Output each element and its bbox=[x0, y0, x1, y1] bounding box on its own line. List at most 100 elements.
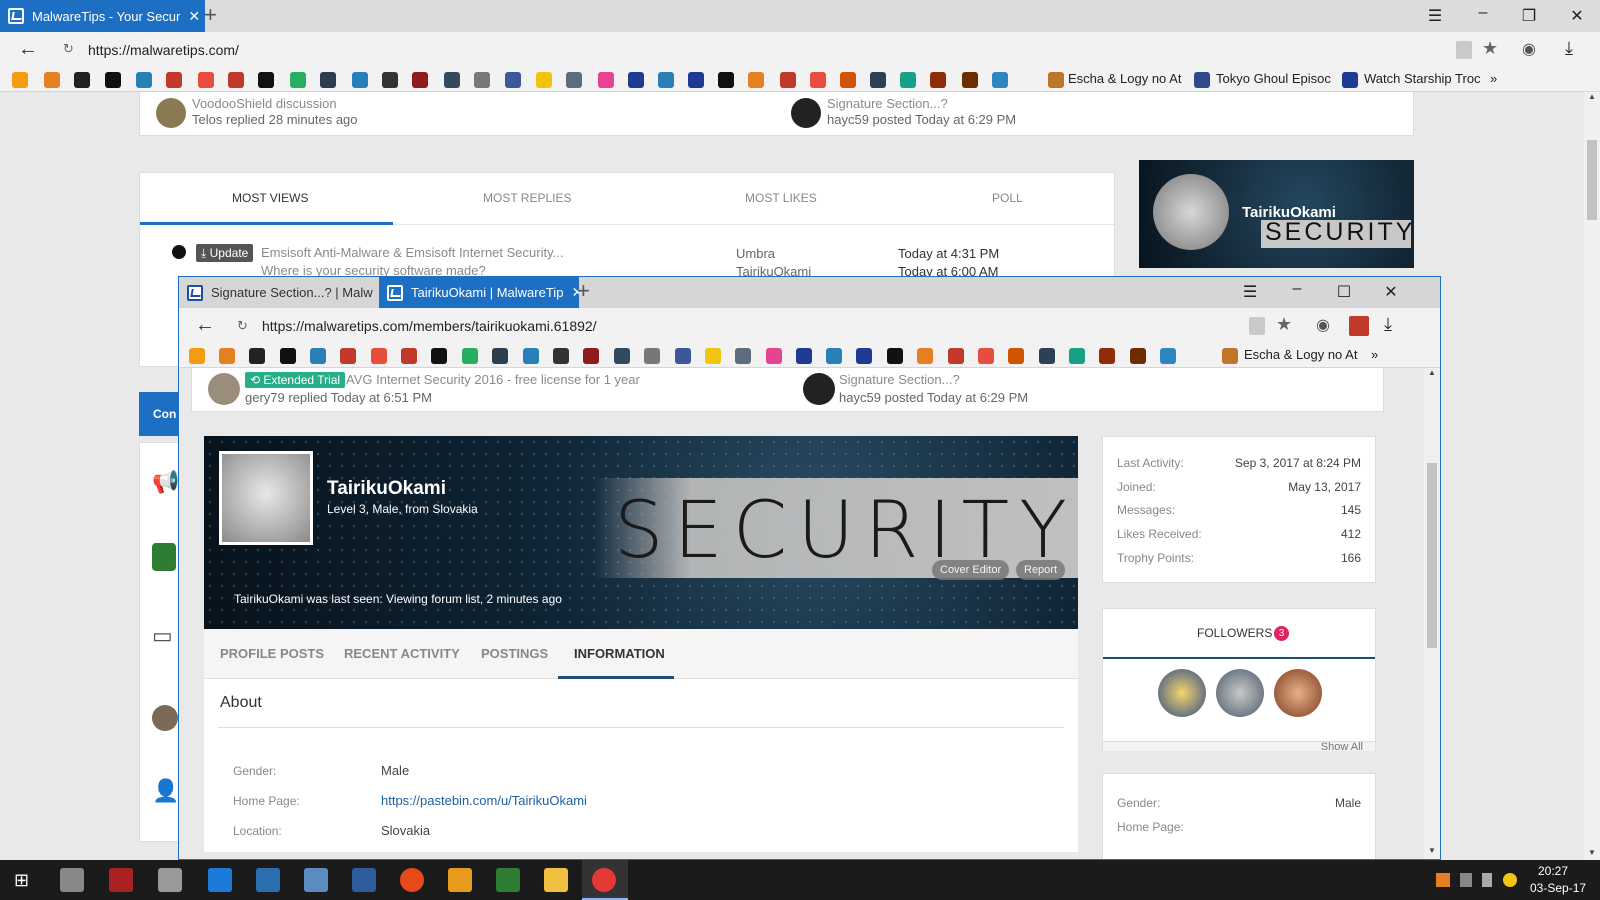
scroll-down-icon[interactable]: ▼ bbox=[1428, 846, 1436, 855]
tray-icon[interactable] bbox=[1482, 873, 1492, 887]
tab-profile-posts[interactable]: PROFILE POSTS bbox=[220, 629, 324, 679]
extension-icon[interactable]: ◉ bbox=[1316, 315, 1330, 335]
stat-value[interactable]: 166 bbox=[1341, 551, 1361, 565]
recent-thread-link[interactable]: AVG Internet Security 2016 - free licens… bbox=[346, 372, 640, 387]
bookmark-icon[interactable] bbox=[992, 72, 1008, 88]
bookmark-icon[interactable] bbox=[962, 72, 978, 88]
scrollbar-thumb[interactable] bbox=[1427, 463, 1437, 648]
bookmark-icon[interactable] bbox=[1039, 348, 1055, 364]
bookmark-icon[interactable] bbox=[44, 72, 60, 88]
bookmark-icon[interactable] bbox=[412, 72, 428, 88]
bookmark-icon[interactable] bbox=[401, 348, 417, 364]
bookmark-icon[interactable] bbox=[166, 72, 182, 88]
reload-icon[interactable]: ↻ bbox=[237, 318, 248, 334]
bookmark-icon[interactable] bbox=[536, 72, 552, 88]
clock-time[interactable]: 20:27 bbox=[1538, 864, 1568, 878]
avatar[interactable] bbox=[791, 98, 821, 128]
bookmark-icon[interactable] bbox=[583, 348, 599, 364]
bookmark-link[interactable]: Watch Starship Troc bbox=[1364, 71, 1481, 86]
tray-icon[interactable] bbox=[1460, 873, 1472, 887]
bookmark-icon[interactable] bbox=[198, 72, 214, 88]
bookmark-icon[interactable] bbox=[474, 72, 490, 88]
bookmark-icon[interactable] bbox=[1342, 72, 1358, 88]
bookmark-icon[interactable] bbox=[189, 348, 205, 364]
bookmark-icon[interactable] bbox=[766, 348, 782, 364]
bookmark-icon[interactable] bbox=[675, 348, 691, 364]
bookmark-icon[interactable] bbox=[614, 348, 630, 364]
bookmark-icon[interactable] bbox=[553, 348, 569, 364]
bookmark-icon[interactable] bbox=[930, 72, 946, 88]
bookmark-icon[interactable] bbox=[598, 72, 614, 88]
tray-icon[interactable] bbox=[1436, 873, 1450, 887]
bookmark-icon[interactable] bbox=[826, 348, 842, 364]
folder-icon[interactable] bbox=[544, 868, 568, 892]
avatar[interactable] bbox=[156, 98, 186, 128]
app-icon[interactable] bbox=[109, 868, 133, 892]
scroll-up-icon[interactable]: ▲ bbox=[1428, 368, 1436, 377]
stat-value[interactable]: 145 bbox=[1341, 503, 1361, 517]
reload-icon[interactable]: ↻ bbox=[63, 41, 74, 57]
bookmark-icon[interactable] bbox=[492, 348, 508, 364]
menu-icon[interactable]: ☰ bbox=[1235, 282, 1265, 302]
recent-thread-link[interactable]: Signature Section...? bbox=[839, 372, 960, 387]
clock-date[interactable]: 03-Sep-17 bbox=[1530, 881, 1586, 895]
bookmark-icon[interactable] bbox=[735, 348, 751, 364]
follower-avatar[interactable] bbox=[1274, 669, 1322, 717]
username-link[interactable]: hayc59 bbox=[839, 390, 881, 405]
bookmark-icon[interactable] bbox=[658, 72, 674, 88]
scroll-up-icon[interactable]: ▲ bbox=[1588, 92, 1596, 101]
app-icon[interactable] bbox=[496, 868, 520, 892]
bookmark-icon[interactable] bbox=[718, 72, 734, 88]
close-window-icon[interactable]: ✕ bbox=[1562, 6, 1592, 26]
bookmark-icon[interactable] bbox=[74, 72, 90, 88]
bookmark-icon[interactable] bbox=[948, 348, 964, 364]
bookmark-icon[interactable] bbox=[431, 348, 447, 364]
app-icon[interactable] bbox=[448, 868, 472, 892]
bookmark-icon[interactable] bbox=[748, 72, 764, 88]
url-text[interactable]: https://malwaretips.com/members/tairikuo… bbox=[262, 318, 597, 334]
show-all-link[interactable]: Show All bbox=[1321, 741, 1363, 753]
url-text[interactable]: https://malwaretips.com/ bbox=[88, 42, 239, 58]
bookmark-icon[interactable] bbox=[228, 72, 244, 88]
homepage-link[interactable]: https://pastebin.com/u/TairikuOkami bbox=[381, 793, 587, 808]
app-icon[interactable] bbox=[208, 868, 232, 892]
bookmark-icon[interactable] bbox=[136, 72, 152, 88]
thread-link[interactable]: Emsisoft Anti-Malware & Emsisoft Interne… bbox=[261, 245, 563, 260]
bookmark-icon[interactable] bbox=[644, 348, 660, 364]
bookmark-icon[interactable] bbox=[280, 348, 296, 364]
tab-postings[interactable]: POSTINGS bbox=[481, 629, 548, 679]
app-icon[interactable] bbox=[256, 868, 280, 892]
more-bookmarks-icon[interactable]: » bbox=[1371, 347, 1378, 362]
bookmark-icon[interactable] bbox=[505, 72, 521, 88]
bookmark-icon[interactable] bbox=[900, 72, 916, 88]
tab-most-views[interactable]: MOST VIEWS bbox=[232, 191, 308, 205]
bookmark-icon[interactable] bbox=[462, 348, 478, 364]
app-icon[interactable] bbox=[304, 868, 328, 892]
shield-app-icon[interactable] bbox=[352, 868, 376, 892]
download-icon[interactable]: ⤓ bbox=[1565, 38, 1573, 59]
bookmark-icon[interactable] bbox=[320, 72, 336, 88]
bookmark-icon[interactable] bbox=[371, 348, 387, 364]
bookmark-icon[interactable] bbox=[1099, 348, 1115, 364]
bookmark-icon[interactable] bbox=[105, 72, 121, 88]
bookmark-icon[interactable] bbox=[887, 348, 903, 364]
bookmark-icon[interactable] bbox=[1048, 72, 1064, 88]
bookmark-link[interactable]: Tokyo Ghoul Episoc bbox=[1216, 71, 1331, 86]
bookmark-icon[interactable] bbox=[628, 72, 644, 88]
close-window-icon[interactable]: ✕ bbox=[1376, 282, 1406, 302]
tab-poll[interactable]: POLL bbox=[992, 191, 1023, 205]
bookmark-icon[interactable] bbox=[856, 348, 872, 364]
stat-value[interactable]: 412 bbox=[1341, 527, 1361, 541]
bookmark-icon[interactable] bbox=[705, 348, 721, 364]
tab-most-likes[interactable]: MOST LIKES bbox=[745, 191, 817, 205]
bookmark-icon[interactable] bbox=[249, 348, 265, 364]
tab-most-replies[interactable]: MOST REPLIES bbox=[483, 191, 571, 205]
follower-avatar[interactable] bbox=[1158, 669, 1206, 717]
restore-icon[interactable]: ❐ bbox=[1514, 6, 1544, 26]
scrollbar-thumb[interactable] bbox=[1587, 140, 1597, 220]
bookmark-icon[interactable] bbox=[870, 72, 886, 88]
lock-icon[interactable] bbox=[1456, 41, 1472, 59]
tab-recent-activity[interactable]: RECENT ACTIVITY bbox=[344, 629, 460, 679]
recent-thread-link[interactable]: Signature Section...? bbox=[827, 96, 948, 111]
bookmark-icon[interactable] bbox=[382, 72, 398, 88]
